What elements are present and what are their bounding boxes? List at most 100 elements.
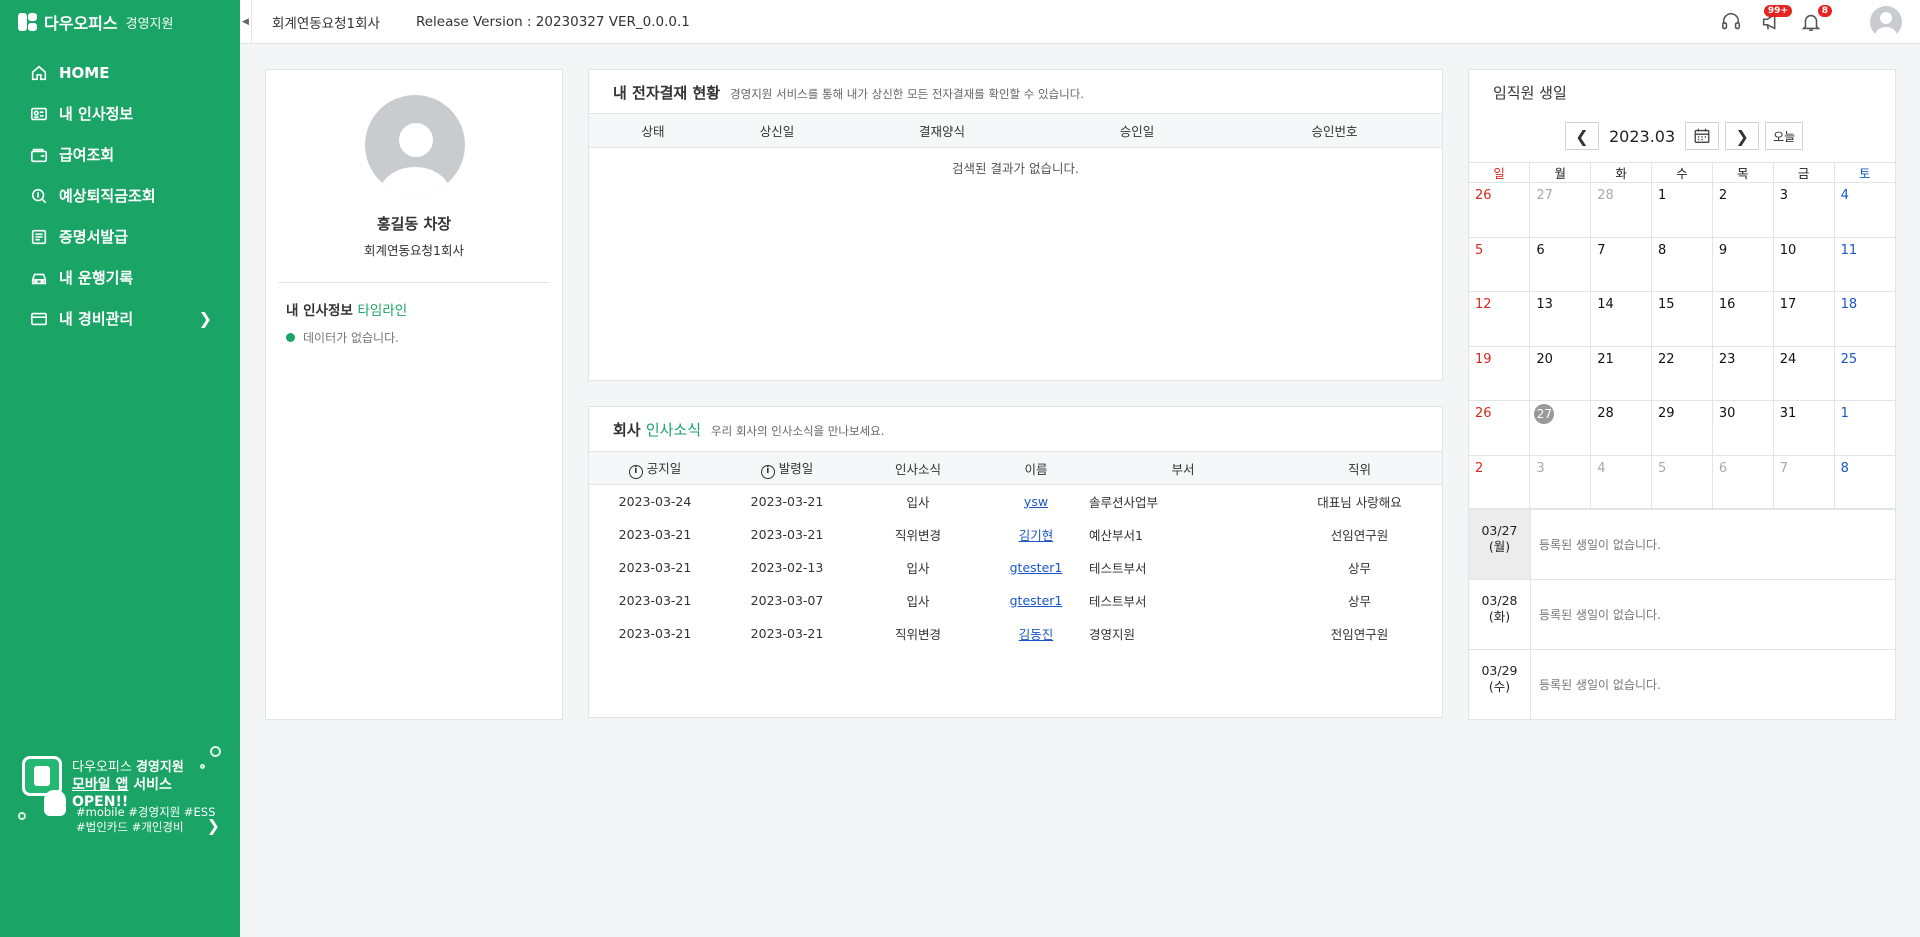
coin-search-icon: [31, 188, 47, 203]
employee-name-link[interactable]: 김동진: [1019, 627, 1054, 642]
calendar-day[interactable]: 17: [1772, 291, 1835, 347]
cell-name: gtester1: [983, 551, 1089, 584]
calendar-day[interactable]: 6: [1529, 236, 1592, 292]
calendar-day[interactable]: 30: [1711, 400, 1774, 456]
calendar-day[interactable]: 21: [1590, 345, 1653, 401]
calendar-day[interactable]: 7: [1772, 454, 1835, 510]
calendar-day[interactable]: 28: [1590, 400, 1653, 456]
calendar-day[interactable]: 1: [1833, 400, 1895, 456]
list-item[interactable]: 03/28 (화) 등록된 생일이 없습니다.: [1469, 580, 1895, 650]
column-header-form[interactable]: 결재양식: [837, 113, 1047, 148]
calendar-day[interactable]: 3: [1772, 182, 1835, 238]
column-header-approve-no[interactable]: 승인번호: [1227, 113, 1442, 148]
calendar-day[interactable]: 6: [1711, 454, 1774, 510]
calendar-day[interactable]: 9: [1711, 236, 1774, 292]
logo[interactable]: 다우오피스 경영지원: [0, 0, 240, 44]
column-header-issue-date[interactable]: i 발령일: [721, 451, 853, 485]
date-text: 03/27: [1481, 523, 1518, 538]
cell-name: gtester1: [983, 584, 1089, 617]
sidebar-item-home[interactable]: HOME: [0, 52, 240, 93]
calendar-day[interactable]: 7: [1590, 236, 1653, 292]
calendar-day[interactable]: 2: [1469, 454, 1531, 510]
column-header-notice-date[interactable]: i 공지일: [589, 451, 721, 485]
calendar-day[interactable]: 14: [1590, 291, 1653, 347]
column-header-approve-date[interactable]: 승인일: [1047, 113, 1227, 148]
employee-name-link[interactable]: 김기현: [1019, 528, 1054, 543]
birthday-message: 등록된 생일이 없습니다.: [1539, 608, 1661, 622]
calendar-day[interactable]: 26: [1469, 400, 1531, 456]
sidebar-item-certificate[interactable]: 증명서발급: [0, 216, 240, 257]
calendar-day[interactable]: 27: [1529, 182, 1592, 238]
column-header-status[interactable]: 상태: [589, 113, 717, 148]
column-header-position[interactable]: 직위: [1277, 451, 1442, 485]
table-row: 2023-03-21 2023-03-21 직위변경 김동진 경영지원 전임연구…: [589, 617, 1442, 650]
info-icon[interactable]: i: [628, 464, 643, 479]
calendar-day[interactable]: 20: [1529, 345, 1592, 401]
card-description: 경영지원 서비스를 통해 내가 상신한 모든 전자결재를 확인할 수 있습니다.: [730, 87, 1084, 101]
prev-month-button[interactable]: ❮: [1565, 122, 1599, 150]
calendar-day[interactable]: 15: [1651, 291, 1713, 347]
calendar-day[interactable]: 26: [1469, 182, 1531, 238]
mobile-app-promo-banner[interactable]: 다우오피스 경영지원 모바일 앱 서비스 OPEN!! #mobile #경영지…: [16, 746, 224, 846]
calendar-day[interactable]: 29: [1651, 400, 1713, 456]
column-header-news-type[interactable]: 인사소식: [853, 451, 983, 485]
sidebar-item-salary[interactable]: 급여조회: [0, 134, 240, 175]
sidebar-item-driving-log[interactable]: 내 운행기록: [0, 257, 240, 298]
notification-button[interactable]: 8: [1798, 5, 1832, 35]
card-description: 우리 회사의 인사소식을 만나보세요.: [711, 424, 885, 438]
employee-name-link[interactable]: gtester1: [1010, 560, 1063, 575]
cell-position: 전임연구원: [1330, 626, 1389, 642]
calendar-day[interactable]: 2: [1711, 182, 1774, 238]
chevron-right-icon: ❯: [198, 309, 212, 328]
calendar-day[interactable]: 18: [1833, 291, 1895, 347]
calendar-day[interactable]: 3: [1529, 454, 1592, 510]
info-icon[interactable]: i: [760, 464, 775, 479]
wallet-icon: [30, 148, 48, 162]
calendar-day[interactable]: 5: [1651, 454, 1713, 510]
column-header-department[interactable]: 부서: [1089, 451, 1277, 485]
calendar-day[interactable]: 13: [1529, 291, 1592, 347]
employee-name-link[interactable]: ysw: [1024, 494, 1048, 509]
cell-department: 솔루션사업부: [1089, 494, 1159, 510]
sidebar-item-expense[interactable]: 내 경비관리 ❯: [0, 298, 240, 339]
next-month-button[interactable]: ❯: [1725, 122, 1760, 150]
card-title-text: 내 전자결재 현황: [613, 84, 721, 102]
list-item[interactable]: 03/27 (월) 등록된 생일이 없습니다.: [1469, 510, 1895, 580]
calendar-day[interactable]: 4: [1590, 454, 1653, 510]
sidebar-item-label: 내 인사정보: [59, 105, 134, 123]
calendar-day[interactable]: 8: [1651, 236, 1713, 292]
calendar-day[interactable]: 31: [1772, 400, 1835, 456]
calendar-day[interactable]: 5: [1469, 236, 1531, 292]
calendar-day[interactable]: 22: [1651, 345, 1713, 401]
cell-name: 김기현: [983, 518, 1089, 551]
sidebar-item-severance[interactable]: 예상퇴직금조회: [0, 175, 240, 216]
employee-name-link[interactable]: gtester1: [1010, 593, 1063, 608]
list-item[interactable]: 03/29 (수) 등록된 생일이 없습니다.: [1469, 650, 1895, 720]
calendar-day[interactable]: 25: [1833, 345, 1895, 401]
chevron-right-icon[interactable]: ❯: [207, 816, 220, 835]
calendar-day[interactable]: 19: [1469, 345, 1531, 401]
calendar-day[interactable]: 11: [1833, 236, 1895, 292]
calendar-day[interactable]: 4: [1833, 182, 1895, 238]
calendar-day[interactable]: 28: [1590, 182, 1653, 238]
calendar-day[interactable]: 10: [1772, 236, 1835, 292]
sidebar-collapse-button[interactable]: ◀: [240, 0, 252, 44]
calendar-day[interactable]: 12: [1469, 291, 1531, 347]
today-marker: 27: [1534, 404, 1555, 424]
calendar-day-today[interactable]: 27: [1529, 400, 1592, 456]
calendar-picker-button[interactable]: [1685, 122, 1720, 150]
sidebar-item-hr-info[interactable]: 내 인사정보: [0, 93, 240, 134]
cell-department: 경영지원: [1089, 626, 1136, 642]
calendar-day[interactable]: 16: [1711, 291, 1774, 347]
calendar-day[interactable]: 8: [1833, 454, 1895, 510]
headset-button[interactable]: [1718, 9, 1744, 35]
cell-position: 상무: [1347, 593, 1371, 609]
today-button[interactable]: 오늘: [1765, 122, 1804, 150]
calendar-day[interactable]: 23: [1711, 345, 1774, 401]
notice-button[interactable]: 99+: [1758, 5, 1792, 35]
calendar-day[interactable]: 24: [1772, 345, 1835, 401]
calendar-day[interactable]: 1: [1651, 182, 1713, 238]
column-header-submit-date[interactable]: 상신일: [717, 113, 837, 148]
user-avatar[interactable]: [1870, 6, 1902, 38]
column-header-name[interactable]: 이름: [983, 451, 1089, 485]
